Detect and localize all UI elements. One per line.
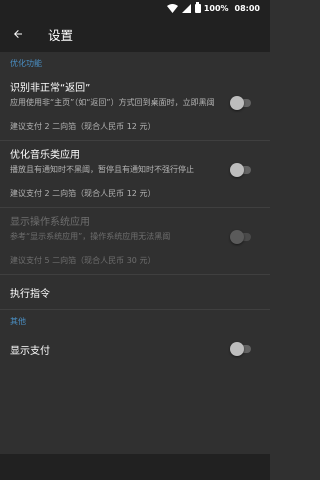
pref-title: 显示支付 [10,345,50,357]
battery-percent: 100% [203,3,229,13]
toggle-switch[interactable] [230,163,252,177]
execute-command-item[interactable]: 执行指令 [0,275,270,309]
page-title: 设置 [48,27,74,43]
toggle-switch[interactable] [230,342,252,356]
pref-title: 优化音乐类应用 [10,150,80,161]
battery-icon [194,2,201,13]
toggle-switch[interactable] [230,96,252,110]
switch-thumb [230,163,244,177]
pref-title: 识别非正常“返回” [10,83,91,94]
back-button[interactable] [0,16,36,52]
settings-list: 优化功能 识别非正常“返回” 应用使用非“主页”（如“返回”）方式回到桌面时，立… [0,52,270,366]
pref-summary: 播放且有通知时不黑阈，暂停且有通知时不强行停止 [10,165,194,174]
pref-price-note: 建议支付 2 二向箔（现合人民币 12 元） [10,122,156,131]
pref-price-note: 建议支付 2 二向箔（现合人民币 12 元） [10,189,156,198]
pref-optimize-music-apps[interactable]: 优化音乐类应用 播放且有通知时不黑阈，暂停且有通知时不强行停止 建议支付 2 二… [0,141,270,207]
cell-signal-icon [181,3,191,13]
wifi-icon [166,3,178,13]
pref-summary: 应用使用非“主页”（如“返回”）方式回到桌面时，立即黑阈 [10,98,215,107]
switch-thumb [230,96,244,110]
pref-summary: 参考“显示系统应用”，操作系统应用无法黑阈 [10,232,171,241]
section-header-optimize: 优化功能 [10,58,42,68]
pref-detect-abnormal-back[interactable]: 识别非正常“返回” 应用使用非“主页”（如“返回”）方式回到桌面时，立即黑阈 建… [0,74,270,140]
pref-price-note: 建议支付 5 二向箔（现合人民币 30 元） [10,256,156,265]
switch-thumb [230,230,244,244]
pref-title: 显示操作系统应用 [10,217,90,228]
arrow-back-icon [14,30,22,38]
pref-show-payment[interactable]: 显示支付 [0,332,270,366]
clock: 08:00 [234,3,260,13]
navigation-bar [0,454,270,480]
toggle-switch [230,230,252,244]
switch-thumb [230,342,244,356]
status-bar: 100% 08:00 [0,0,270,16]
status-icons [166,2,201,13]
pref-show-system-apps: 显示操作系统应用 参考“显示系统应用”，操作系统应用无法黑阈 建议支付 5 二向… [0,208,270,274]
section-header-misc: 其他 [10,316,26,326]
app-bar: 设置 [0,16,270,52]
